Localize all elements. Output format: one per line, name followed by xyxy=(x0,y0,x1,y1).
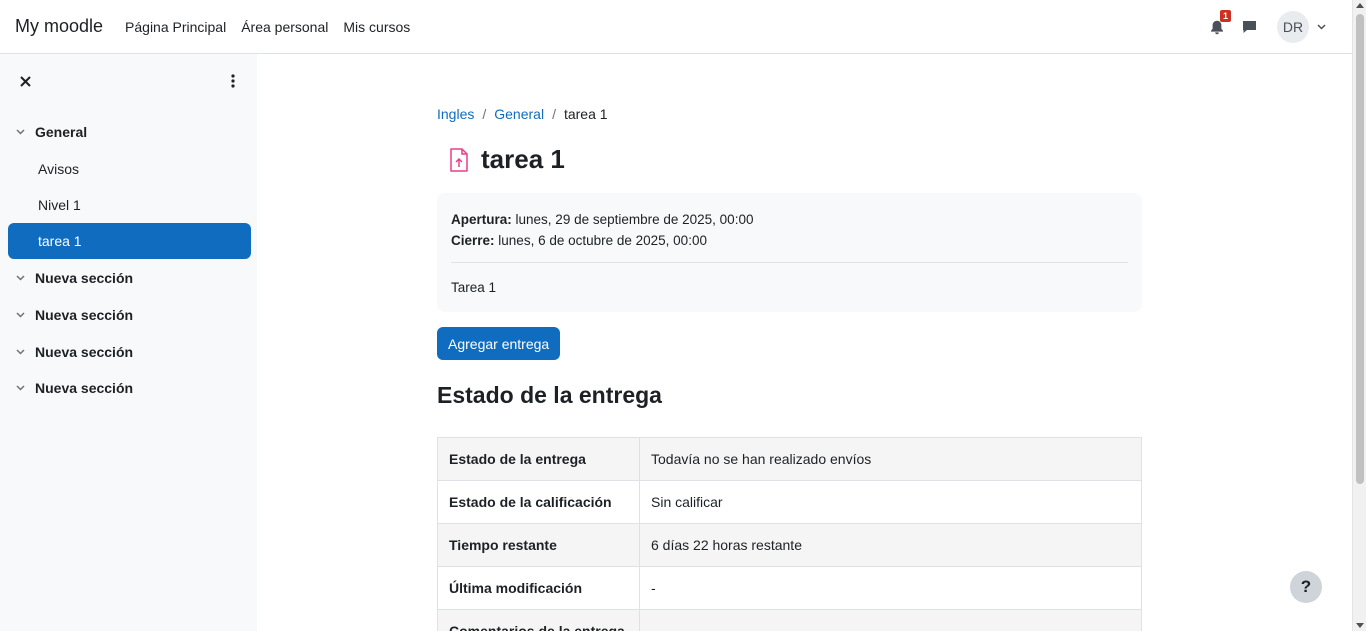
notification-count-badge: 1 xyxy=(1220,10,1231,22)
help-button[interactable]: ? xyxy=(1290,571,1322,603)
table-row-value: Sin calificar xyxy=(639,480,1142,524)
table-row-label: Tiempo restante xyxy=(437,523,640,567)
course-index-drawer: General Avisos Nivel 1 tarea 1 Nueva sec… xyxy=(0,54,257,631)
table-row: Tiempo restante 6 días 22 horas restante xyxy=(437,523,1142,567)
user-nav: 1 DR xyxy=(1207,0,1326,54)
assignment-upload-icon xyxy=(450,147,468,172)
table-row: Estado de la calificación Sin calificar xyxy=(437,480,1142,524)
chevron-down-icon[interactable] xyxy=(16,275,28,281)
table-row-label: Estado de la calificación xyxy=(437,480,640,524)
section-label: Nueva sección xyxy=(35,307,134,323)
course-section-nueva-seccion-2[interactable]: Nueva sección xyxy=(16,305,133,325)
table-row-value: 6 días 22 horas restante xyxy=(639,523,1142,567)
table-row-value xyxy=(639,609,1142,631)
section-label: Nueva sección xyxy=(35,270,134,286)
course-section-nueva-seccion-4[interactable]: Nueva sección xyxy=(16,378,133,398)
breadcrumb: Ingles / General / tarea 1 xyxy=(437,106,608,122)
table-row-value: Todavía no se han realizado envíos xyxy=(639,437,1142,481)
closing-date-label: Cierre: xyxy=(451,233,495,248)
breadcrumb-course-link[interactable]: Ingles xyxy=(437,106,474,122)
breadcrumb-separator: / xyxy=(482,106,487,122)
chevron-down-icon xyxy=(1317,24,1326,30)
scroll-up-arrow-icon[interactable] xyxy=(1356,3,1364,8)
top-navbar: My moodle Página Principal Área personal… xyxy=(0,0,1352,54)
nav-link-dashboard[interactable]: Área personal xyxy=(241,19,328,35)
kebab-menu-icon xyxy=(231,74,235,88)
page-scrollbar[interactable] xyxy=(1352,0,1366,631)
opening-date-value: lunes, 29 de septiembre de 2025, 00:00 xyxy=(515,212,754,227)
closing-date-value: lunes, 6 de octubre de 2025, 00:00 xyxy=(498,233,707,248)
section-label: Nueva sección xyxy=(35,344,134,360)
table-row: Estado de la entrega Todavía no se han r… xyxy=(437,437,1142,481)
submission-status-table: Estado de la entrega Todavía no se han r… xyxy=(437,437,1142,631)
chevron-down-icon[interactable] xyxy=(16,349,28,355)
course-section-nueva-seccion-1[interactable]: Nueva sección xyxy=(16,268,133,288)
scrollbar-thumb[interactable] xyxy=(1356,14,1364,484)
opening-date: Apertura: lunes, 29 de septiembre de 202… xyxy=(451,209,1128,230)
add-submission-button[interactable]: Agregar entrega xyxy=(437,327,561,360)
table-row-label: Última modificación xyxy=(437,566,640,610)
close-drawer-button[interactable] xyxy=(17,73,33,89)
course-section-nueva-seccion-3[interactable]: Nueva sección xyxy=(16,342,133,362)
primary-navigation: Página Principal Área personal Mis curso… xyxy=(125,19,425,35)
user-avatar[interactable]: DR xyxy=(1277,11,1309,43)
close-icon xyxy=(19,75,31,87)
course-index-item-avisos[interactable]: Avisos xyxy=(8,151,251,187)
course-index-item-nivel-1[interactable]: Nivel 1 xyxy=(8,187,251,223)
nav-link-home[interactable]: Página Principal xyxy=(125,19,226,35)
submission-status-heading: Estado de la entrega xyxy=(437,382,662,408)
breadcrumb-current: tarea 1 xyxy=(563,106,608,122)
site-brand[interactable]: My moodle xyxy=(15,16,103,37)
course-section-general[interactable]: General xyxy=(16,122,87,142)
opening-date-label: Apertura: xyxy=(451,212,512,227)
page-header: tarea 1 xyxy=(449,144,565,175)
notifications-button[interactable]: 1 xyxy=(1207,10,1231,37)
section-label: General xyxy=(35,124,88,140)
chevron-down-icon[interactable] xyxy=(16,312,28,318)
messages-button[interactable] xyxy=(1239,17,1259,37)
activity-information: Apertura: lunes, 29 de septiembre de 202… xyxy=(437,193,1142,312)
activity-description: Tarea 1 xyxy=(451,280,497,295)
course-index-options-button[interactable] xyxy=(225,71,241,91)
breadcrumb-separator: / xyxy=(552,106,556,122)
table-row-label: Comentarios de la entrega xyxy=(437,609,640,631)
section-label: Nueva sección xyxy=(35,380,134,396)
closing-date: Cierre: lunes, 6 de octubre de 2025, 00:… xyxy=(451,230,1128,251)
divider xyxy=(451,262,1128,263)
page-title: tarea 1 xyxy=(481,144,565,174)
table-row: Última modificación - xyxy=(437,566,1142,610)
breadcrumb-section-link[interactable]: General xyxy=(494,106,544,122)
table-row-label: Estado de la entrega xyxy=(437,437,640,481)
chat-icon xyxy=(1242,21,1256,33)
chevron-down-icon[interactable] xyxy=(16,129,28,135)
nav-link-my-courses[interactable]: Mis cursos xyxy=(343,19,410,35)
scroll-down-arrow-icon[interactable] xyxy=(1356,623,1364,628)
user-menu-toggle[interactable] xyxy=(1317,24,1326,30)
table-row: Comentarios de la entrega xyxy=(437,609,1142,631)
chevron-down-icon[interactable] xyxy=(16,385,28,391)
course-index-item-tarea-1[interactable]: tarea 1 xyxy=(8,223,251,259)
table-row-value: - xyxy=(639,566,1142,610)
